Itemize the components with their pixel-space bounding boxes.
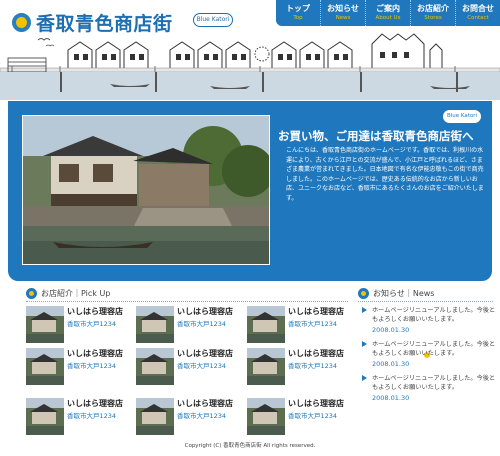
news-text: ホームページリニューアルしました。今後ともよろしくお願いいたします。 bbox=[372, 307, 496, 323]
shop-address: 香取市大戸1234 bbox=[288, 320, 338, 328]
nav-item-stores[interactable]: お店紹介 Stores bbox=[411, 0, 456, 26]
nav-item-about[interactable]: ご案内 About Us bbox=[366, 0, 411, 26]
nav-item-news[interactable]: お知らせ News bbox=[321, 0, 366, 26]
shop-thumbnail bbox=[136, 398, 174, 435]
section-bullet-icon bbox=[26, 288, 37, 299]
shop-address: 香取市大戸1234 bbox=[288, 362, 338, 370]
arrow-right-icon bbox=[362, 341, 367, 347]
shop-address: 香取市大戸1234 bbox=[67, 320, 117, 328]
shop-card[interactable]: いしはら理容店 香取市大戸1234 bbox=[247, 348, 355, 388]
shop-thumbnail bbox=[247, 306, 285, 343]
shop-thumbnail bbox=[26, 398, 64, 435]
shop-name: いしはら理容店 bbox=[288, 349, 344, 358]
shop-address: 香取市大戸1234 bbox=[67, 362, 117, 370]
hero-title: お買い物、ご用達は香取青色商店街へ bbox=[278, 129, 474, 143]
hero-badge: Blue Katori bbox=[443, 110, 481, 123]
arrow-right-icon bbox=[362, 375, 367, 381]
nav-label: トップ bbox=[286, 4, 310, 13]
shops-section-label: お店紹介｜Pick Up bbox=[41, 289, 111, 298]
divider bbox=[26, 301, 348, 302]
nav-sublabel: Contact bbox=[467, 15, 489, 21]
shop-name: いしはら理容店 bbox=[67, 349, 123, 358]
shop-card[interactable]: いしはら理容店 香取市大戸1234 bbox=[247, 306, 355, 346]
shop-card[interactable]: いしはら理容店 香取市大戸1234 bbox=[26, 398, 134, 438]
shop-card[interactable]: いしはら理容店 香取市大戸1234 bbox=[247, 398, 355, 438]
hero-panel: お買い物、ご用達は香取青色商店街へ こんにちは、香取青色商店街のホームページです… bbox=[8, 101, 492, 359]
nav-label: お店紹介 bbox=[417, 4, 449, 13]
nav-sublabel: Top bbox=[293, 15, 303, 21]
hero-description: こんにちは、香取青色商店街のホームページです。香取では、利根川の水運により、古く… bbox=[286, 147, 484, 202]
footer-copyright: Copyright (C) 香取青色商店街 All rights reserve… bbox=[184, 443, 316, 449]
arrow-right-icon bbox=[362, 307, 367, 313]
shop-card[interactable]: いしはら理容店 香取市大戸1234 bbox=[26, 348, 134, 388]
shop-name: いしはら理容店 bbox=[177, 307, 233, 316]
shop-thumbnail bbox=[26, 348, 64, 385]
main-nav: トップ Top お知らせ News ご案内 About Us お店紹介 Stores お… bbox=[276, 0, 500, 26]
hero-photo bbox=[22, 115, 270, 265]
divider bbox=[358, 301, 493, 302]
news-text: ホームページリニューアルしました。今後ともよろしくお願いいたします。 bbox=[372, 375, 496, 391]
shop-card[interactable]: いしはら理容店 香取市大戸1234 bbox=[26, 306, 134, 346]
nav-label: お知らせ bbox=[327, 4, 359, 13]
nav-label: ご案内 bbox=[376, 4, 400, 13]
nav-sublabel: Stores bbox=[424, 15, 442, 21]
news-text: ホームページリニューアルしました。今後ともよろしくお願いいたします。 bbox=[372, 341, 496, 357]
shop-thumbnail bbox=[247, 348, 285, 385]
shop-address: 香取市大戸1234 bbox=[288, 412, 338, 420]
site-header: 香取青色商店街 Blue Katori トップ Top お知らせ News ご案内 A… bbox=[0, 0, 500, 100]
shop-thumbnail bbox=[26, 306, 64, 343]
news-date: 2008.01.30 bbox=[372, 394, 410, 402]
nav-item-top[interactable]: トップ Top bbox=[276, 0, 321, 26]
shop-name: いしはら理容店 bbox=[67, 307, 123, 316]
shop-name: いしはら理容店 bbox=[67, 399, 123, 408]
shop-thumbnail bbox=[136, 306, 174, 343]
shop-thumbnail bbox=[247, 398, 285, 435]
shop-address: 香取市大戸1234 bbox=[67, 412, 117, 420]
shops-section-title: お店紹介｜Pick Up bbox=[26, 288, 110, 299]
shop-address: 香取市大戸1234 bbox=[177, 320, 227, 328]
shop-card[interactable]: いしはら理容店 香取市大戸1234 bbox=[136, 306, 244, 346]
news-section-label: お知らせ｜News bbox=[373, 289, 435, 298]
nav-sublabel: About Us bbox=[375, 15, 401, 21]
nav-label: お問合せ bbox=[462, 4, 494, 13]
shop-thumbnail bbox=[136, 348, 174, 385]
shop-name: いしはら理容店 bbox=[177, 349, 233, 358]
news-date: 2008.01.30 bbox=[372, 326, 410, 334]
nav-sublabel: News bbox=[335, 15, 351, 21]
shop-name: いしはら理容店 bbox=[288, 307, 344, 316]
section-bullet-icon bbox=[358, 288, 369, 299]
townscape-illustration bbox=[0, 33, 500, 100]
news-date: 2008.01.30 bbox=[372, 360, 410, 368]
shop-address: 香取市大戸1234 bbox=[177, 362, 227, 370]
shop-name: いしはら理容店 bbox=[288, 399, 344, 408]
logo-sub-badge: Blue Katori bbox=[193, 13, 233, 27]
nav-item-contact[interactable]: お問合せ Contact bbox=[456, 0, 500, 26]
shop-name: いしはら理容店 bbox=[177, 399, 233, 408]
shop-card[interactable]: いしはら理容店 香取市大戸1234 bbox=[136, 398, 244, 438]
news-section-title: お知らせ｜News bbox=[358, 288, 434, 299]
shop-address: 香取市大戸1234 bbox=[177, 412, 227, 420]
shop-card[interactable]: いしはら理容店 香取市大戸1234 bbox=[136, 348, 244, 388]
